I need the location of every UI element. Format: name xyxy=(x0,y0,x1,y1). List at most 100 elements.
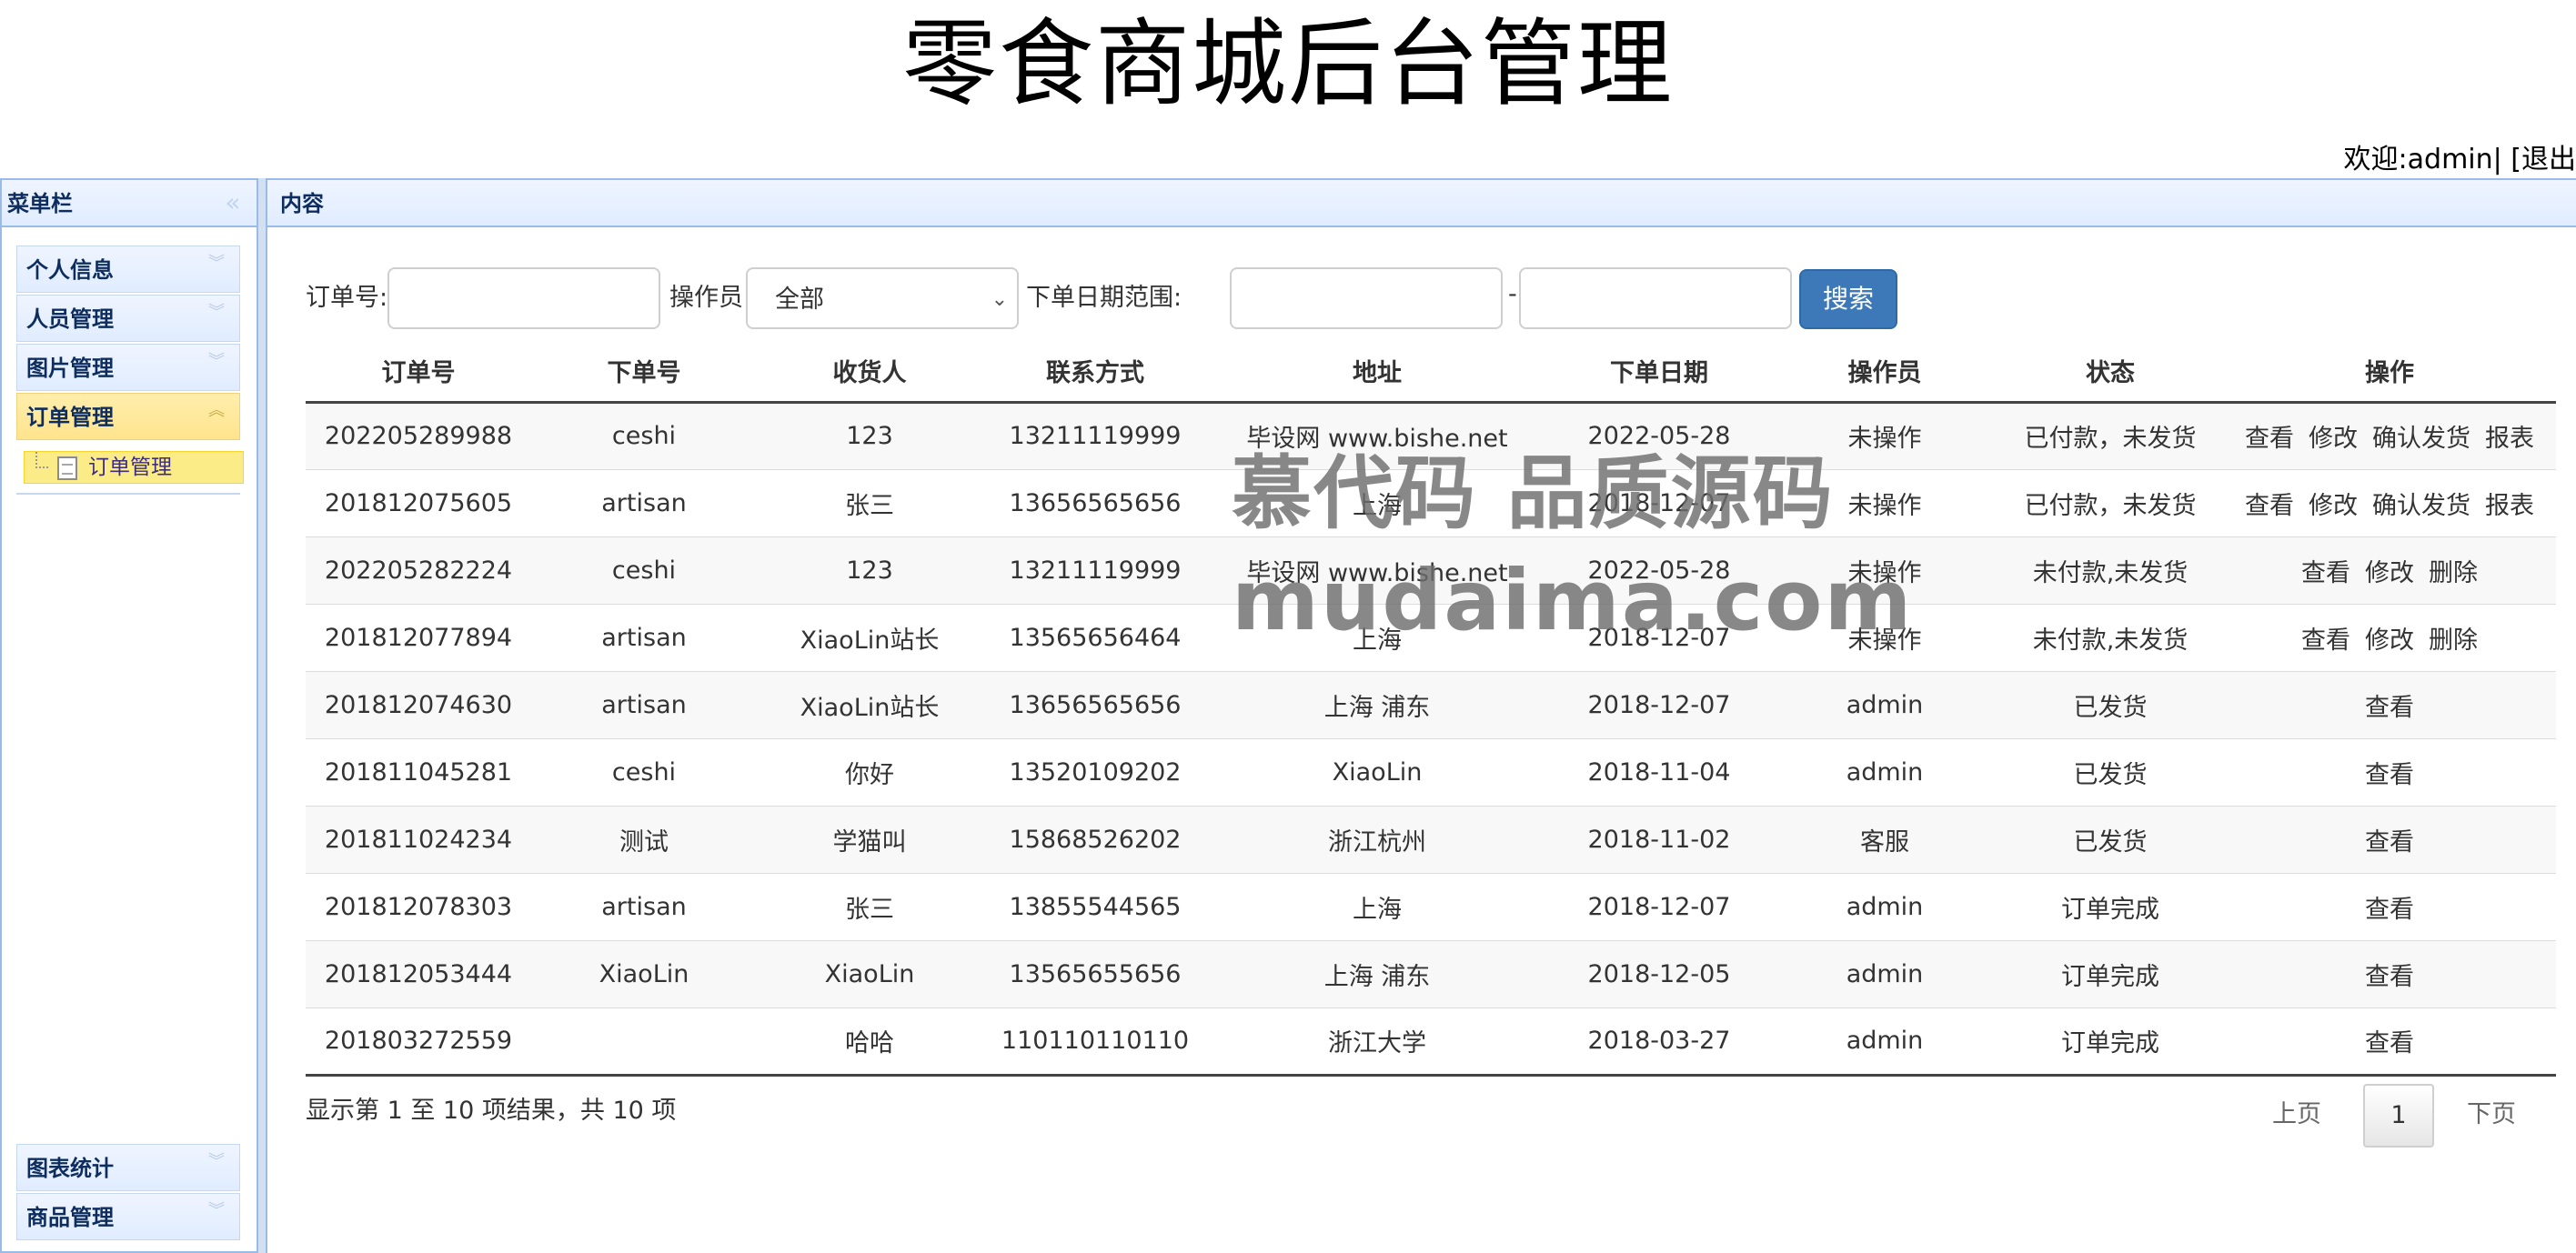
action-link[interactable]: 修改 xyxy=(2309,418,2358,454)
cell-buyer: ceshi xyxy=(531,401,757,469)
app-title: 零食商城后台管理 xyxy=(901,8,1674,119)
column-header[interactable]: 操作员 xyxy=(1772,340,1997,404)
cell-receiver: XiaoLin xyxy=(757,939,982,1007)
tree-node-order-management[interactable]: 订单管理 xyxy=(24,451,244,484)
cell-actions: 查看 xyxy=(2223,1007,2556,1077)
cell-receiver: 123 xyxy=(757,401,982,469)
cell-date: 2018-12-07 xyxy=(1546,670,1772,738)
page-number-button[interactable]: 1 xyxy=(2363,1084,2434,1148)
menu-item-product-management[interactable]: 商品管理 ︾ xyxy=(16,1193,240,1240)
order-no-input[interactable] xyxy=(387,267,660,329)
action-link[interactable]: 查看 xyxy=(2365,687,2414,723)
cell-status: 订单完成 xyxy=(1997,872,2223,940)
menu-panel-title: 菜单栏 xyxy=(7,191,73,216)
content-panel: 内容 订单号: 操作员: 全部 ⌄ 下单日期范围: - 搜索 订单号 下单号 收… xyxy=(267,178,2576,1253)
search-button[interactable]: 搜索 xyxy=(1799,269,1897,329)
operator-select[interactable]: 全部 ⌄ xyxy=(746,267,1019,329)
column-header[interactable]: 订单号 xyxy=(306,340,531,404)
menu-item-label: 订单管理 xyxy=(26,405,114,430)
cell-actions: 查看 xyxy=(2223,939,2556,1007)
cell-order-no: 201811045281 xyxy=(306,737,531,806)
cell-buyer xyxy=(531,1007,757,1077)
action-link[interactable]: 查看 xyxy=(2245,486,2294,521)
action-link[interactable]: 查看 xyxy=(2365,822,2414,857)
cell-receiver: 学猫叫 xyxy=(757,805,982,873)
double-chevron-down-icon: ︾ xyxy=(208,352,225,371)
menu-item-chart-statistics[interactable]: 图表统计 ︾ xyxy=(16,1144,240,1191)
date-range-label: 下单日期范围: xyxy=(1026,284,1182,312)
cell-operator: admin xyxy=(1772,872,1997,940)
cell-receiver: 张三 xyxy=(757,468,982,536)
column-header[interactable]: 地址 xyxy=(1208,340,1546,404)
cell-order-no: 201812078303 xyxy=(306,872,531,940)
menu-item-order-management[interactable]: 订单管理 ︽ xyxy=(16,393,240,440)
cell-order-no: 201812074630 xyxy=(306,670,531,738)
cell-actions: 查看 xyxy=(2223,737,2556,806)
cell-buyer: ceshi xyxy=(531,536,757,604)
table-info: 显示第 1 至 10 项结果，共 10 项 xyxy=(306,1097,677,1125)
action-link[interactable]: 修改 xyxy=(2365,620,2414,656)
cell-phone: 13855544565 xyxy=(982,872,1208,940)
cell-buyer: XiaoLin xyxy=(531,939,757,1007)
prev-page-button[interactable]: 上页 xyxy=(2272,1098,2321,1131)
cell-actions: 查看 修改 确认发货 报表 xyxy=(2223,401,2556,469)
cell-receiver: XiaoLin站长 xyxy=(757,603,982,671)
cell-address: 上海 xyxy=(1208,872,1546,940)
cell-receiver: 123 xyxy=(757,536,982,604)
cell-status: 已发货 xyxy=(1997,670,2223,738)
action-link[interactable]: 删除 xyxy=(2429,620,2478,656)
menu-accordion-bottom: 图表统计 ︾ 商品管理 ︾ xyxy=(16,1144,240,1242)
cell-order-no: 202205289988 xyxy=(306,401,531,469)
menu-item-label: 人员管理 xyxy=(26,306,114,332)
action-link[interactable]: 查看 xyxy=(2365,889,2414,925)
action-link[interactable]: 查看 xyxy=(2365,755,2414,790)
menu-panel-header: 菜单栏 « xyxy=(2,180,257,227)
cell-phone: 13656565656 xyxy=(982,670,1208,738)
action-link[interactable]: 查看 xyxy=(2365,957,2414,992)
cell-date: 2018-11-02 xyxy=(1546,805,1772,873)
panel-splitter[interactable] xyxy=(258,178,267,1253)
action-link[interactable]: 确认发货 xyxy=(2372,418,2470,454)
table-row: 201812053444 XiaoLin XiaoLin 13565655656 上海 … xyxy=(306,939,2556,1007)
action-link[interactable]: 查看 xyxy=(2301,620,2350,656)
column-header[interactable]: 下单日期 xyxy=(1546,340,1772,404)
cell-phone: 13565655656 xyxy=(982,939,1208,1007)
cell-phone: 13656565656 xyxy=(982,468,1208,536)
cell-status: 订单完成 xyxy=(1997,1007,2223,1077)
tree-line xyxy=(35,452,48,468)
column-header[interactable]: 联系方式 xyxy=(982,340,1208,404)
column-header[interactable]: 状态 xyxy=(1997,340,2223,404)
column-header[interactable]: 收货人 xyxy=(757,340,982,404)
action-link[interactable]: 报表 xyxy=(2485,486,2534,521)
table-row: 201811045281 ceshi 你好 13520109202 XiaoLin 201… xyxy=(306,737,2556,806)
date-start-input[interactable] xyxy=(1230,267,1503,329)
cell-operator: admin xyxy=(1772,737,1997,806)
action-link[interactable]: 查看 xyxy=(2245,418,2294,454)
action-link[interactable]: 修改 xyxy=(2309,486,2358,521)
menu-item-personal-info[interactable]: 个人信息 ︾ xyxy=(16,246,240,293)
order-management-submenu: 订单管理 xyxy=(16,442,244,495)
action-link[interactable]: 删除 xyxy=(2429,553,2478,588)
column-header[interactable]: 下单号 xyxy=(531,340,757,404)
cell-operator: admin xyxy=(1772,1007,1997,1077)
action-link[interactable]: 修改 xyxy=(2365,553,2414,588)
welcome-logout-text[interactable]: 欢迎:admin| [退出 xyxy=(2344,142,2576,178)
action-link[interactable]: 查看 xyxy=(2365,1023,2414,1058)
double-chevron-left-icon[interactable]: « xyxy=(222,190,244,216)
cell-address: XiaoLin xyxy=(1208,737,1546,806)
cell-buyer: ceshi xyxy=(531,737,757,806)
cell-phone: 13520109202 xyxy=(982,737,1208,806)
menu-item-label: 图表统计 xyxy=(26,1156,114,1181)
next-page-button[interactable]: 下页 xyxy=(2467,1098,2516,1131)
cell-status: 已发货 xyxy=(1997,737,2223,806)
action-link[interactable]: 查看 xyxy=(2301,553,2350,588)
cell-date: 2018-11-04 xyxy=(1546,737,1772,806)
menu-item-user-management[interactable]: 人员管理 ︾ xyxy=(16,295,240,342)
menu-item-image-management[interactable]: 图片管理 ︾ xyxy=(16,344,240,391)
date-end-input[interactable] xyxy=(1519,267,1792,329)
cell-date: 2018-03-27 xyxy=(1546,1007,1772,1077)
operator-select-value: 全部 xyxy=(775,286,824,314)
action-link[interactable]: 报表 xyxy=(2485,418,2534,454)
operator-label: 操作员: xyxy=(669,284,752,312)
action-link[interactable]: 确认发货 xyxy=(2372,486,2470,521)
